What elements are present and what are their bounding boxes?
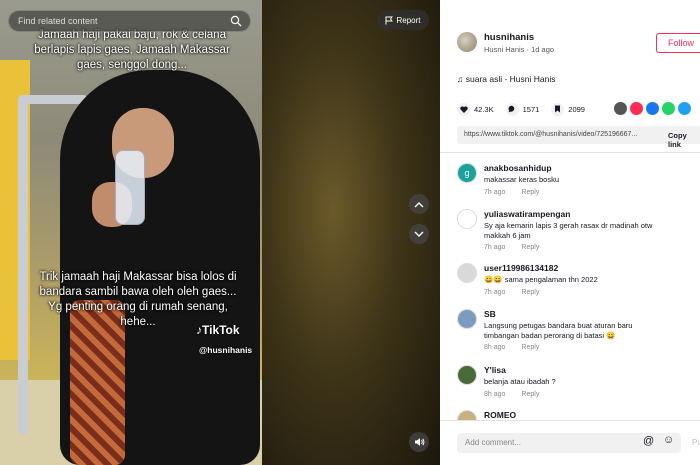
embed-icon[interactable] <box>614 102 627 115</box>
comment-text-continued: timbangan badan perorang di batasi 😀 <box>484 331 616 340</box>
tiktok-watermark-handle: @husnihanis <box>199 345 253 355</box>
video-frame[interactable]: Jamaah haji pakai baju, rok & celana ber… <box>0 0 262 465</box>
comment-time: 7h ago <box>484 244 506 251</box>
video-scene-bottle <box>115 150 145 225</box>
comment-avatar[interactable] <box>457 309 477 329</box>
comment-username[interactable]: SB <box>484 309 496 319</box>
emoji-icon[interactable]: ☺ <box>663 434 674 446</box>
comment-count: 1571 <box>522 104 540 114</box>
bookmark-icon[interactable] <box>551 102 565 116</box>
video-caption-top: Jamaah haji pakai baju, rok & celana ber… <box>34 29 230 71</box>
report-label: Report <box>396 15 421 25</box>
share-icons <box>614 102 691 115</box>
reply-button[interactable]: Reply <box>521 289 539 296</box>
comment-text: Sy aja kemarin lapis 3 gerah rasax dr ma… <box>484 221 653 230</box>
comment-meta: 8h ago Reply <box>484 344 539 351</box>
heart-icon[interactable] <box>457 102 470 116</box>
follow-button[interactable]: Follow <box>656 33 700 53</box>
comment-avatar[interactable] <box>457 263 477 283</box>
comment-text: makassar keras bosku <box>484 175 560 184</box>
search-placeholder: Find related content <box>18 16 98 26</box>
details-panel: husnihanis Husni Hanis · 1d ago Follow ♫… <box>440 0 700 465</box>
like-count: 42.3K <box>474 104 494 114</box>
save-count: 2099 <box>568 104 585 114</box>
comment-time: 8h ago <box>484 391 506 398</box>
comment-stat[interactable]: 1571 <box>505 102 540 116</box>
author-avatar[interactable] <box>457 32 477 52</box>
comment-avatar[interactable] <box>457 365 477 385</box>
reply-button[interactable]: Reply <box>521 244 539 251</box>
comment-username[interactable]: ROMEO <box>484 410 516 420</box>
next-video-button[interactable] <box>409 224 429 244</box>
comment-username[interactable]: anakbosanhidup <box>484 163 552 173</box>
video-scene-rail-bar <box>18 95 88 104</box>
chevron-up-icon <box>414 201 424 207</box>
facebook-icon[interactable] <box>646 102 659 115</box>
comment-username[interactable]: user119986134182 <box>484 263 558 273</box>
comment-item: SB Langsung petugas bandara buat aturan b… <box>457 309 700 353</box>
video-caption-bottom: Trik jamaah haji Makassar bisa lolos di … <box>39 271 237 328</box>
comment-avatar[interactable] <box>457 209 477 229</box>
search-icon[interactable] <box>230 15 242 27</box>
comment-time: 8h ago <box>484 344 506 351</box>
divider <box>440 152 700 153</box>
comment-meta: 7h ago Reply <box>484 289 539 296</box>
post-button[interactable]: Post <box>692 438 700 447</box>
chevron-down-icon <box>414 231 424 237</box>
tiktok-watermark-text: TikTok <box>202 323 240 337</box>
send-icon[interactable] <box>630 102 643 115</box>
author-subtitle: Husni Hanis · 1d ago <box>484 45 555 54</box>
video-scene-rail <box>18 95 28 435</box>
comment-text: 😀😀 sama pengalaman thn 2022 <box>484 275 598 284</box>
report-button[interactable]: Report <box>377 10 429 30</box>
comment-item: Y'lisabelanja atau ibadah ?8h agoReply♡ <box>457 365 700 409</box>
engagement-stats: 42.3K 1571 2099 <box>457 102 597 116</box>
search-input[interactable]: Find related content <box>8 10 251 32</box>
volume-button[interactable] <box>409 432 429 452</box>
comment-avatar[interactable]: g <box>457 163 477 183</box>
comment-time: 7h ago <box>484 289 506 296</box>
previous-video-button[interactable] <box>409 194 429 214</box>
comment-text: Langsung petugas bandara buat aturan bar… <box>484 321 633 330</box>
comment-item: yuliaswatirampengan Sy aja kemarin lapis … <box>457 209 700 253</box>
tiktok-watermark: ♪TikTok <box>196 323 240 337</box>
comment-icon[interactable] <box>505 102 519 116</box>
comment-item: user119986134182 😀😀 sama pengalaman thn 2… <box>457 263 700 307</box>
comment-text: belanja atau ibadah ? <box>484 377 556 386</box>
comment-username[interactable]: yuliaswatirampengan <box>484 209 570 219</box>
comment-meta: 7h ago Reply <box>484 189 539 196</box>
like-stat[interactable]: 42.3K <box>457 102 494 116</box>
comment-time: 7h ago <box>484 189 506 196</box>
save-stat[interactable]: 2099 <box>551 102 585 116</box>
comment-item: g anakbosanhidup makassar keras bosku 7h ag… <box>457 163 700 207</box>
author-username[interactable]: husnihanis <box>484 32 534 43</box>
comment-meta: 8h ago Reply <box>484 391 539 398</box>
copy-link-button[interactable]: Copy link <box>668 131 700 149</box>
comment-meta: 7h ago Reply <box>484 244 539 251</box>
avatar-letter: g <box>464 168 470 178</box>
reply-button[interactable]: Reply <box>521 189 539 196</box>
comment-text-continued: makkah 6 jam <box>484 231 531 240</box>
video-player[interactable]: Jamaah haji pakai baju, rok & celana ber… <box>0 0 440 465</box>
comment-composer: Add comment... @ ☺ Post <box>440 420 700 465</box>
sound-link[interactable]: ♫ suara asli - Husni Hanis <box>457 74 556 84</box>
reply-button[interactable]: Reply <box>521 391 539 398</box>
video-link-field[interactable]: https://www.tiktok.com/@husnihanis/video… <box>457 126 700 144</box>
reply-button[interactable]: Reply <box>521 344 539 351</box>
volume-icon <box>414 438 424 446</box>
twitter-icon[interactable] <box>678 102 691 115</box>
comment-username[interactable]: Y'lisa <box>484 365 506 375</box>
flag-icon <box>385 16 394 24</box>
mention-icon[interactable]: @ <box>643 435 654 447</box>
whatsapp-icon[interactable] <box>662 102 675 115</box>
